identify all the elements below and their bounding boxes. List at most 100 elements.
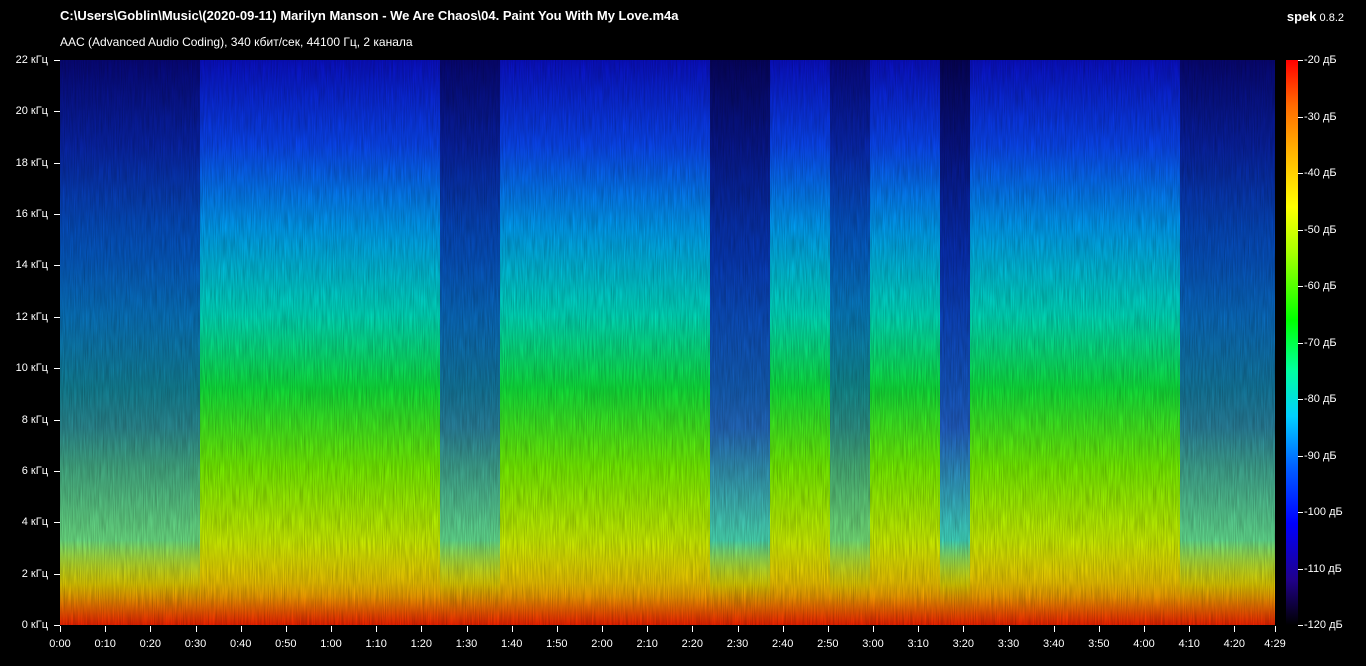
- db-tick: [1298, 60, 1303, 61]
- time-tick-label: 1:50: [546, 638, 568, 650]
- db-tick: [1298, 455, 1303, 457]
- time-tick-label: 3:10: [907, 638, 929, 650]
- time-tick-label: 2:40: [771, 638, 794, 650]
- time-tick-label: 1:20: [410, 638, 433, 650]
- freq-tick: [54, 368, 60, 370]
- db-tick: [1298, 286, 1303, 287]
- time-tick: [963, 626, 965, 632]
- freq-tick: [54, 419, 60, 421]
- freq-tick-label: 22 кГц: [15, 54, 48, 66]
- freq-tick-label: 8 кГц: [21, 413, 48, 426]
- db-tick: [1298, 342, 1303, 344]
- time-tick-label: 2:30: [726, 638, 749, 650]
- time-tick-label: 3:20: [952, 638, 975, 650]
- time-tick-label: 3:40: [1042, 638, 1065, 650]
- db-tick: [1298, 625, 1303, 626]
- time-tick: [602, 626, 603, 632]
- time-tick: [285, 626, 287, 632]
- time-tick: [1234, 626, 1236, 632]
- time-tick-label: 2:10: [636, 638, 658, 650]
- time-tick-label: 0:00: [49, 638, 71, 650]
- db-tick: [1298, 399, 1303, 400]
- freq-tick: [54, 522, 60, 524]
- time-tick: [1053, 626, 1055, 632]
- freq-tick-label: 14 кГц: [15, 259, 48, 272]
- freq-tick: [54, 214, 60, 216]
- spectrogram-image: [60, 60, 1275, 625]
- time-tick-label: 2:50: [817, 638, 839, 650]
- db-tick-label: -50 дБ: [1304, 223, 1337, 236]
- db-tick-label: -110 дБ: [1304, 562, 1342, 575]
- time-tick: [647, 626, 649, 632]
- time-tick: [556, 626, 558, 632]
- freq-tick: [54, 111, 60, 113]
- time-tick-label: 4:10: [1178, 638, 1200, 650]
- time-tick-label: 3:30: [997, 638, 1020, 650]
- time-tick-label: 1:10: [365, 638, 387, 650]
- time-tick-label: 1:40: [500, 638, 523, 650]
- freq-tick-label: 2 кГц: [21, 567, 48, 580]
- time-tick: [1098, 626, 1100, 632]
- time-tick: [692, 626, 694, 632]
- time-tick: [466, 626, 468, 632]
- time-tick-label: 0:40: [229, 638, 252, 650]
- time-tick: [240, 626, 242, 632]
- freq-tick-label: 6 кГц: [21, 464, 48, 477]
- freq-tick: [54, 162, 60, 164]
- db-axis: -20 дБ -30 дБ -40 дБ -50 дБ -60 дБ -70 дБ -80 …: [1276, 0, 1366, 640]
- time-tick-label: 1:00: [320, 638, 342, 650]
- db-tick: [1298, 512, 1303, 513]
- db-tick: [1298, 568, 1303, 570]
- freq-tick: [54, 316, 60, 318]
- time-tick-label: 0:20: [139, 638, 162, 650]
- time-tick: [376, 626, 378, 632]
- time-tick-label: 2:20: [681, 638, 704, 650]
- db-tick-label: -70 дБ: [1304, 336, 1337, 349]
- freq-tick-label: 10 кГц: [15, 362, 48, 375]
- time-tick-label: 2:00: [591, 638, 613, 650]
- time-tick: [511, 626, 513, 632]
- db-tick-label: -120 дБ: [1304, 619, 1343, 631]
- freq-tick: [54, 470, 60, 472]
- db-tick-label: -20 дБ: [1304, 54, 1337, 66]
- freq-tick-label: 20 кГц: [15, 105, 48, 118]
- db-tick-label: -80 дБ: [1304, 393, 1337, 405]
- time-tick: [1189, 626, 1191, 632]
- db-tick: [1298, 229, 1303, 231]
- time-axis: 0:00 0:10 0:20 0:30 0:40 0:50 1:00 1:10 1:20 1:30…: [0, 626, 1310, 656]
- freq-tick: [54, 60, 60, 61]
- time-tick-label: 4:00: [1133, 638, 1155, 650]
- time-tick: [782, 626, 784, 632]
- freq-tick-label: 18 кГц: [15, 156, 48, 169]
- time-tick: [1144, 626, 1145, 632]
- time-tick-label: 1:30: [455, 638, 478, 650]
- time-tick-label: 0:30: [184, 638, 207, 650]
- time-tick-label: 3:50: [1088, 638, 1110, 650]
- time-tick-label: 0:10: [94, 638, 116, 650]
- spectrogram-plot[interactable]: [60, 60, 1275, 625]
- time-tick: [195, 626, 197, 632]
- time-tick: [105, 626, 107, 632]
- file-path-title: C:\Users\Goblin\Music\(2020-09-11) Maril…: [60, 8, 679, 23]
- freq-tick: [54, 265, 60, 267]
- audio-info-line: AAC (Advanced Audio Coding), 340 кбит/се…: [60, 35, 413, 49]
- time-tick: [150, 626, 152, 632]
- db-tick: [1298, 116, 1303, 118]
- db-tick-label: -40 дБ: [1304, 167, 1337, 179]
- freq-tick-label: 12 кГц: [15, 310, 48, 323]
- time-tick: [331, 626, 332, 632]
- freq-tick: [54, 573, 60, 575]
- time-tick-label: 3:00: [862, 638, 884, 650]
- freq-tick-label: 4 кГц: [21, 516, 48, 529]
- time-tick: [827, 626, 829, 632]
- time-tick: [918, 626, 920, 632]
- time-tick: [737, 626, 739, 632]
- time-tick: [421, 626, 423, 632]
- db-tick-label: -60 дБ: [1304, 280, 1337, 292]
- frequency-axis: 22 кГц 20 кГц 18 кГц 16 кГц 14 кГц 12 кГц 10 к…: [0, 0, 60, 640]
- time-tick-label: 0:50: [275, 638, 297, 650]
- db-tick-label: -100 дБ: [1304, 506, 1343, 518]
- freq-tick-label: 16 кГц: [15, 208, 48, 221]
- time-tick-label: 4:20: [1223, 638, 1246, 650]
- time-tick: [1008, 626, 1010, 632]
